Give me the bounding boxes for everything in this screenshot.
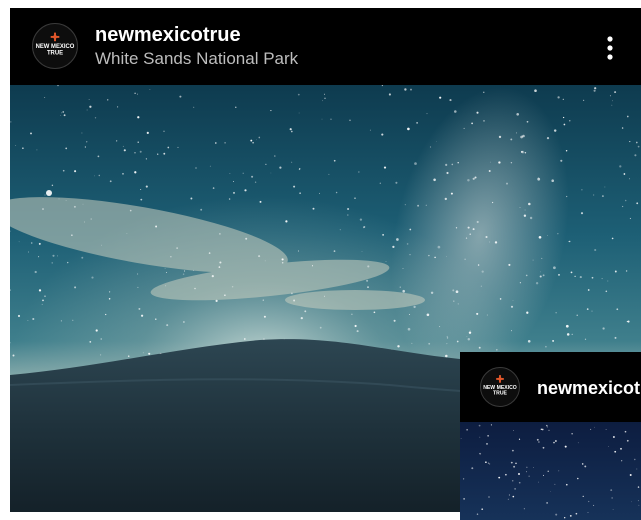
avatar-logo-line1: NEW MEXICO bbox=[36, 44, 75, 50]
mini-avatar[interactable]: NEW MEXICO TRUE bbox=[480, 367, 520, 407]
avatar-logo-line2: TRUE bbox=[47, 51, 63, 57]
mini-player[interactable]: NEW MEXICO TRUE newmexicot bbox=[460, 352, 641, 520]
avatar[interactable]: NEW MEXICO TRUE bbox=[32, 23, 78, 69]
mini-player-username[interactable]: newmexicot bbox=[537, 377, 640, 399]
post-location[interactable]: White Sands National Park bbox=[95, 49, 298, 69]
new-mexico-true-logo: NEW MEXICO TRUE bbox=[36, 32, 75, 57]
post-username[interactable]: newmexicotrue bbox=[95, 23, 241, 47]
more-vertical-icon[interactable] bbox=[600, 33, 620, 63]
mini-avatar-logo-line2: TRUE bbox=[493, 391, 508, 397]
new-mexico-true-logo: NEW MEXICO TRUE bbox=[483, 375, 517, 397]
mini-player-header: NEW MEXICO TRUE newmexicot bbox=[460, 352, 641, 422]
post-header: NEW MEXICO TRUE newmexicotrue White Sand… bbox=[10, 8, 641, 85]
mini-player-photo[interactable] bbox=[460, 422, 641, 520]
